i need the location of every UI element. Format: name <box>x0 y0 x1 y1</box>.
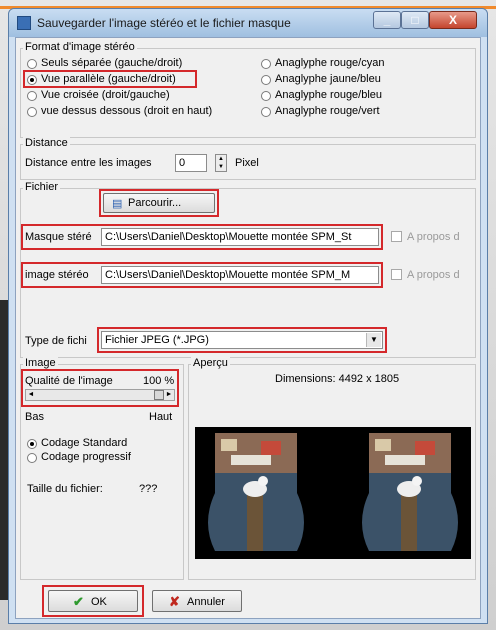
app-icon <box>17 16 31 30</box>
radio-crossed-label: Vue croisée (droit/gauche) <box>41 89 170 101</box>
file-group-title: Fichier <box>23 181 61 193</box>
file-size-value: ??? <box>139 483 158 495</box>
radio-anaglyph-yellow-blue[interactable] <box>261 75 271 85</box>
preview-group-title: Aperçu <box>191 357 230 369</box>
radio-anaglyph-red-cyan-label: Anaglyphe rouge/cyan <box>275 57 385 69</box>
distance-label: Distance entre les images <box>25 157 152 169</box>
radio-over-under[interactable] <box>27 107 37 117</box>
image-about-checkbox[interactable] <box>391 269 402 280</box>
distance-group: Distance Distance entre les images 0 ▲ ▼… <box>20 137 476 180</box>
distance-input[interactable]: 0 <box>175 154 207 172</box>
radio-separate-label: Seuls séparée (gauche/droit) <box>41 57 183 69</box>
preview-right-image <box>362 433 458 551</box>
highlight-ok <box>42 585 144 617</box>
dialog-client: Format d'image stéréo Seuls séparée (gau… <box>15 37 481 619</box>
window-title: Sauvegarder l'image stéréo et le fichier… <box>37 16 291 30</box>
highlight-browse <box>99 189 219 217</box>
radio-coding-standard[interactable] <box>27 439 37 449</box>
preview-left-image <box>208 433 304 551</box>
distance-spinner[interactable]: ▲ ▼ <box>215 154 227 172</box>
highlight-quality <box>21 369 179 407</box>
distance-group-title: Distance <box>23 137 70 149</box>
minimize-button[interactable]: _ <box>373 11 401 29</box>
radio-anaglyph-red-blue[interactable] <box>261 91 271 101</box>
quality-high-label: Haut <box>149 411 173 423</box>
image-group-title: Image <box>23 357 58 369</box>
close-button[interactable]: X <box>429 11 477 29</box>
quality-low-label: Bas <box>25 411 44 423</box>
radio-over-under-label: vue dessus dessous (droit en haut) <box>41 105 213 117</box>
radio-anaglyph-red-green[interactable] <box>261 107 271 117</box>
radio-coding-progressive[interactable] <box>27 453 37 463</box>
maximize-icon: □ <box>411 13 419 27</box>
highlight-mask <box>21 224 383 250</box>
highlight-file-type <box>97 327 387 353</box>
preview-dimensions: Dimensions: 4492 x 1805 <box>275 373 400 385</box>
cancel-label: Annuler <box>187 596 225 608</box>
maximize-button[interactable]: □ <box>401 11 429 29</box>
radio-anaglyph-red-blue-label: Anaglyphe rouge/bleu <box>275 89 383 101</box>
highlight-image <box>21 262 383 288</box>
format-group: Format d'image stéréo Seuls séparée (gau… <box>20 41 476 138</box>
radio-anaglyph-red-green-label: Anaglyphe rouge/vert <box>275 105 380 117</box>
radio-anaglyph-yellow-blue-label: Anaglyphe jaune/bleu <box>275 73 381 85</box>
image-group: Image Qualité de l'image 100 % ◄ ► Bas H… <box>20 357 184 580</box>
file-group: Fichier ▤ Parcourir... Masque stéré C:\U… <box>20 181 476 358</box>
close-icon: X <box>448 13 457 27</box>
stereo-preview <box>195 427 471 559</box>
file-type-label: Type de fichi <box>25 335 87 347</box>
button-bar: ✔ OK ✘ Annuler <box>20 584 476 617</box>
title-bar[interactable]: Sauvegarder l'image stéréo et le fichier… <box>9 9 487 37</box>
minimize-icon: _ <box>383 13 391 27</box>
radio-coding-progressive-label: Codage progressif <box>41 451 131 463</box>
radio-separate[interactable] <box>27 59 37 69</box>
radio-coding-standard-label: Codage Standard <box>41 437 128 449</box>
spin-down-icon[interactable]: ▼ <box>216 163 226 171</box>
cross-icon: ✘ <box>169 594 180 609</box>
radio-crossed[interactable] <box>27 91 37 101</box>
image-about-label: A propos d <box>407 269 460 281</box>
mask-about-checkbox[interactable] <box>391 231 402 242</box>
highlight-parallel <box>23 70 197 88</box>
cancel-button[interactable]: ✘ Annuler <box>152 590 242 612</box>
format-group-title: Format d'image stéréo <box>23 41 137 53</box>
file-size-label: Taille du fichier: <box>27 483 103 495</box>
save-dialog: Sauvegarder l'image stéréo et le fichier… <box>8 8 488 624</box>
distance-unit: Pixel <box>235 157 259 169</box>
spin-up-icon[interactable]: ▲ <box>216 155 226 163</box>
preview-group: Aperçu Dimensions: 4492 x 1805 <box>188 357 476 580</box>
mask-about-label: A propos d <box>407 231 460 243</box>
radio-anaglyph-red-cyan[interactable] <box>261 59 271 69</box>
